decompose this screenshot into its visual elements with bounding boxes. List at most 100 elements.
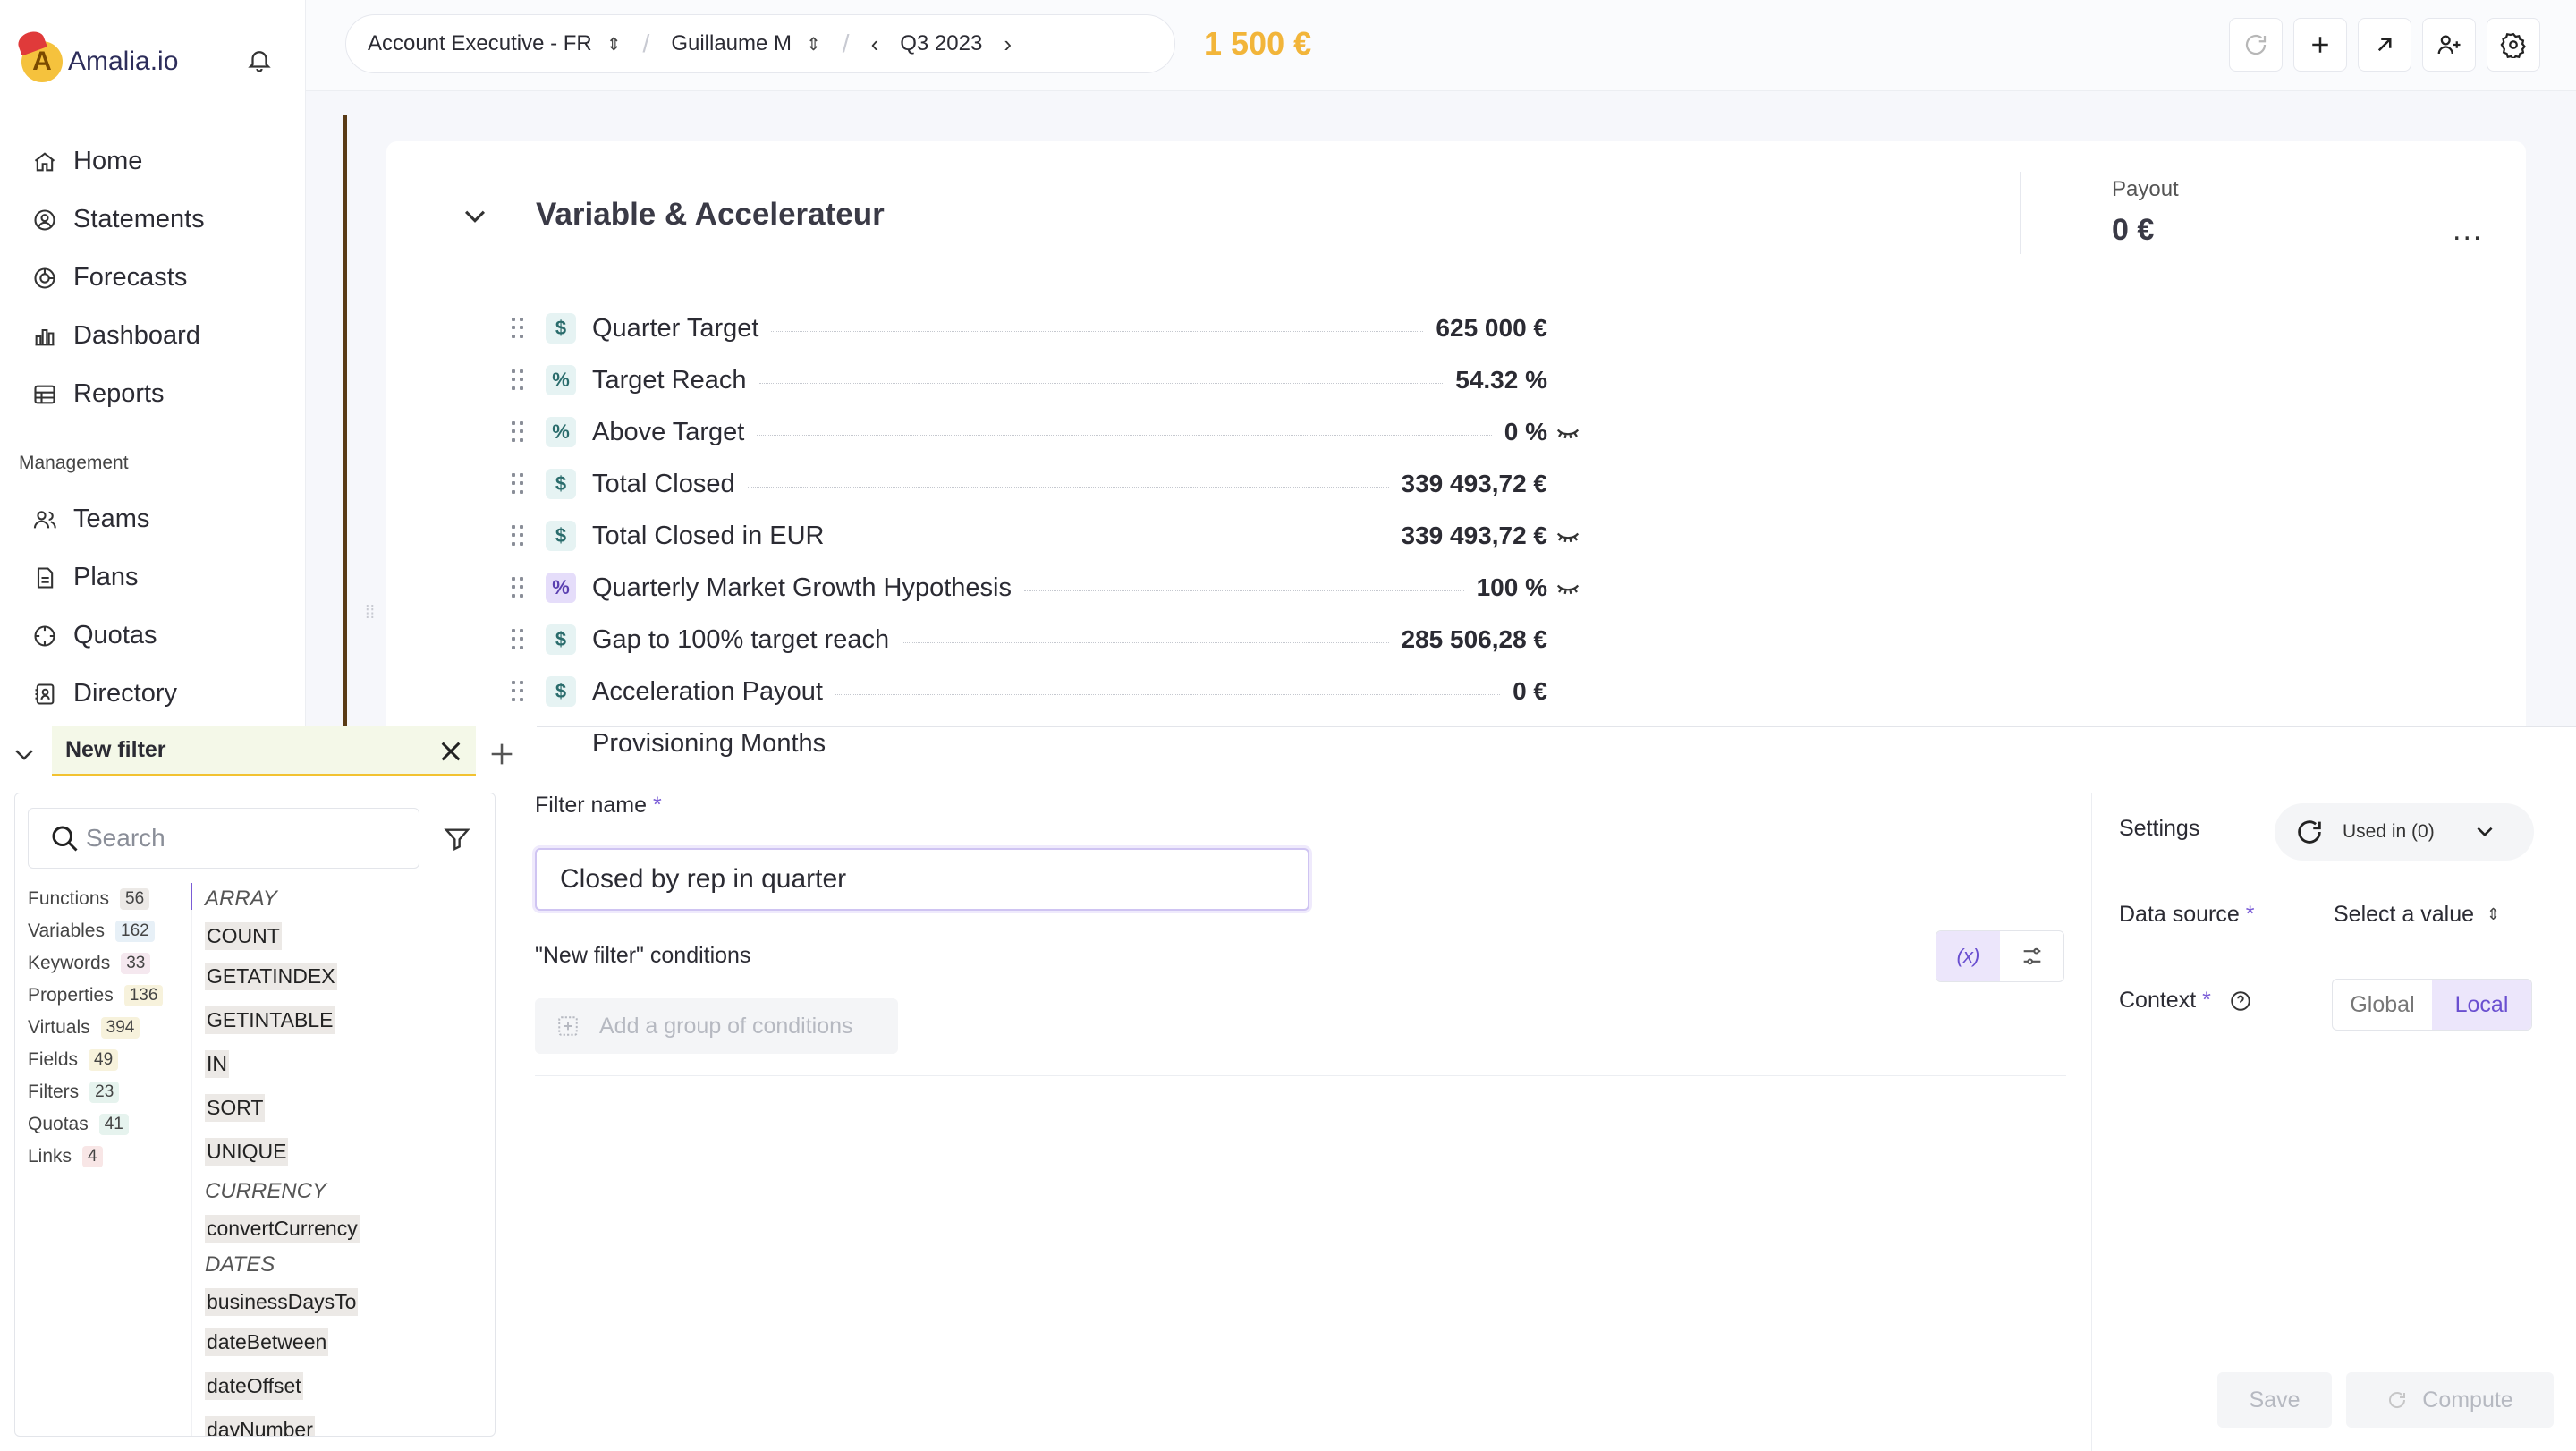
leader-dots [1023,590,1464,591]
help-icon[interactable] [2229,989,2252,1013]
logo-mark: A [15,28,63,82]
nav-item-teams[interactable]: Teams [32,490,177,548]
eye-closed-icon[interactable] [1553,574,1583,601]
drag-handle-icon[interactable] [512,369,524,391]
nav-item-plans[interactable]: Plans [32,548,177,607]
category-label: Keywords [28,953,111,973]
drag-handle-icon[interactable] [512,421,524,443]
add-user-button[interactable] [2422,18,2476,72]
save-button[interactable]: Save [2217,1372,2332,1428]
kpi-name[interactable]: Quarter Target [592,313,772,344]
function-item[interactable]: IN [205,1042,491,1086]
top-actions [2218,18,2540,72]
category-filters[interactable]: Filters 23 [28,1076,198,1108]
plan-selector[interactable]: Account Executive - FR ⇕ [346,31,643,56]
kpi-name[interactable]: Quarterly Market Growth Hypothesis [592,573,1024,603]
search-input[interactable] [86,824,408,853]
open-external-button[interactable] [2358,18,2411,72]
function-item[interactable]: dateOffset [205,1364,491,1408]
nav-item-quotas[interactable]: Quotas [32,607,177,665]
close-icon[interactable] [436,737,465,766]
settings-label: Settings [2119,816,2200,841]
percent-icon: % [546,417,576,447]
users-icon [33,510,56,528]
chevron-right-icon[interactable]: › [982,30,1033,58]
function-item[interactable]: dayNumber [205,1408,491,1436]
resize-handle[interactable]: ⁞⁞ [365,603,375,624]
drag-handle-icon[interactable] [512,629,524,650]
drag-handle-icon[interactable] [512,473,524,495]
used-in-dropdown[interactable]: Used in (0) [2275,803,2534,861]
nav-item-reports[interactable]: Reports [32,365,205,423]
category-properties[interactable]: Properties 136 [28,980,198,1012]
eye-closed-icon[interactable] [1553,419,1583,445]
category-virtuals[interactable]: Virtuals 394 [28,1012,198,1044]
app-logo[interactable]: A Amalia.io [15,28,178,82]
kpi-name[interactable]: Total Closed [592,469,748,499]
add-condition-group-button[interactable]: Add a group of conditions [535,998,898,1054]
category-count: 4 [82,1146,103,1167]
drag-handle-icon[interactable] [512,577,524,598]
plus-icon[interactable] [487,739,517,769]
percent-icon: % [546,365,576,395]
kpi-name[interactable]: Acceleration Payout [592,676,835,707]
drag-handle-icon[interactable] [512,318,524,339]
nav-item-forecasts[interactable]: Forecasts [32,249,205,307]
chevron-down-icon[interactable] [11,741,38,768]
more-icon[interactable]: ... [2453,213,2483,248]
builder-mode-button[interactable] [2000,931,2063,981]
kpi-name[interactable]: Above Target [592,417,758,447]
function-item[interactable]: dateBetween [205,1320,491,1364]
category-fields[interactable]: Fields 49 [28,1044,198,1076]
nav-item-statements[interactable]: Statements [32,191,205,249]
library-search [28,808,419,869]
refresh-button[interactable] [2229,18,2283,72]
kpi-name[interactable]: Gap to 100% target reach [592,624,902,655]
drag-handle-icon[interactable] [512,681,524,702]
context-option-global[interactable]: Global [2333,980,2432,1030]
drag-handle-icon[interactable] [512,525,524,547]
kpi-row: $ Total Closed 339 493,72 € [512,458,1639,510]
function-item[interactable]: UNIQUE [205,1130,491,1174]
settings-button[interactable] [2487,18,2540,72]
user-selector[interactable]: Guillaume M ⇕ [649,31,842,56]
kpi-name[interactable]: Target Reach [592,365,759,395]
payout-value: 0 € [2112,213,2155,247]
period-label: Q3 2023 [900,31,983,55]
category-quotas[interactable]: Quotas 41 [28,1108,198,1141]
category-variables[interactable]: Variables 162 [28,915,198,947]
context-option-local[interactable]: Local [2432,980,2531,1030]
kpi-name[interactable]: Total Closed in EUR [592,521,837,551]
formula-mode-button[interactable]: (x) [1936,931,2000,981]
chevron-down-icon[interactable] [460,200,490,231]
category-links[interactable]: Links 4 [28,1141,198,1173]
payout-label: Payout [2112,177,2179,201]
nav-item-dashboard[interactable]: Dashboard [32,307,205,365]
function-item[interactable]: SORT [205,1086,491,1130]
bell-icon[interactable] [246,47,273,73]
nav-item-directory[interactable]: Directory [32,665,177,723]
category-label: Variables [28,921,105,941]
function-item[interactable]: COUNT [205,917,491,955]
function-item[interactable]: GETATINDEX [205,955,491,998]
category-functions[interactable]: Functions 56 [28,883,198,915]
condition-mode-toggle: (x) [1936,930,2064,982]
compute-button[interactable]: Compute [2346,1372,2554,1428]
chevron-left-icon[interactable]: ‹ [850,30,901,58]
kpi-row: % Quarterly Market Growth Hypothesis 100… [512,562,1639,614]
function-item[interactable]: convertCurrency [205,1209,491,1247]
function-item[interactable]: businessDaysTo [205,1283,491,1320]
add-button[interactable] [2293,18,2347,72]
kpi-name[interactable]: Provisioning Months [592,728,839,759]
nav-label: Home [73,147,143,175]
eye-closed-icon[interactable] [1553,522,1583,549]
tab-new-filter[interactable]: New filter [52,726,476,776]
function-item[interactable]: GETINTABLE [205,998,491,1042]
filter-name-input[interactable] [535,848,1309,911]
filter-icon[interactable] [443,824,471,853]
category-keywords[interactable]: Keywords 33 [28,947,198,980]
data-source-select[interactable]: Select a value ⇕ [2334,902,2500,928]
nav-item-home[interactable]: Home [32,132,205,191]
sidebar: A Amalia.io Home Statements Forecasts Da… [0,0,306,726]
refresh-icon[interactable] [2294,817,2325,847]
